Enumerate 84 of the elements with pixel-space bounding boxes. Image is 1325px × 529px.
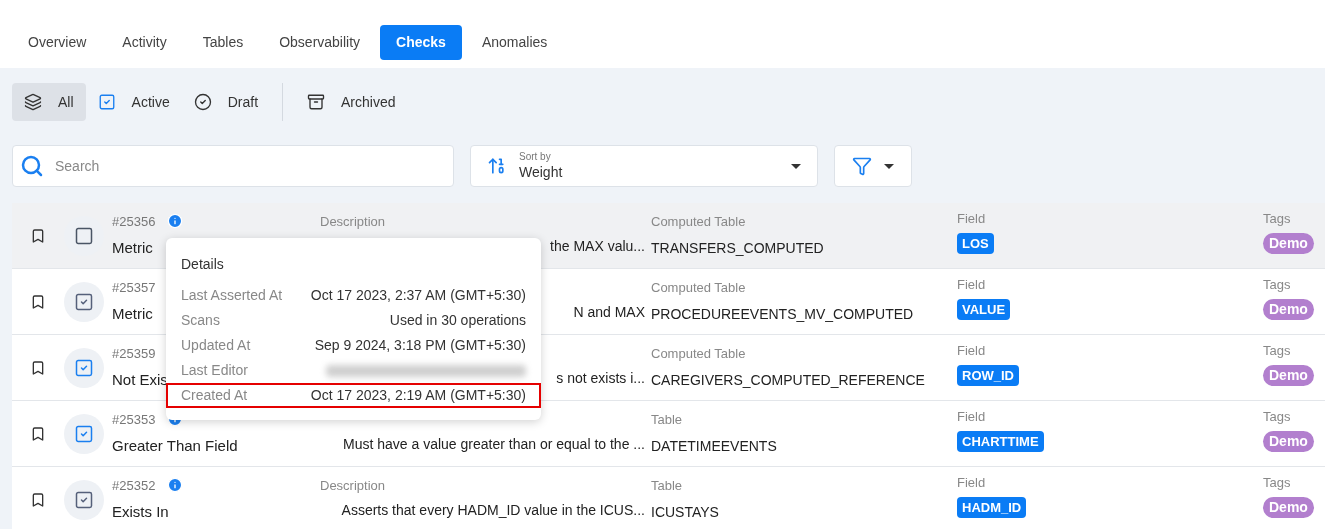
search-icon xyxy=(20,154,44,178)
table-name: TRANSFERS_COMPUTED xyxy=(651,238,825,258)
column-label: Tags xyxy=(1263,474,1291,493)
column-label: Field xyxy=(957,474,986,492)
table-name: ICUSTAYS xyxy=(651,502,720,522)
tab[interactable]: Observability xyxy=(263,24,377,60)
tab[interactable]: Checks xyxy=(380,24,462,60)
detail-label: Updated At xyxy=(181,336,251,355)
table-name: PROCEDUREEVENTS_MV_COMPUTED xyxy=(651,304,915,324)
filter-tab[interactable]: All xyxy=(12,83,86,121)
column-label: Table xyxy=(651,411,684,430)
tab[interactable]: Activity xyxy=(106,24,183,60)
detail-label: Last Asserted At xyxy=(181,286,283,305)
sort-dropdown[interactable]: Sort by Weight xyxy=(470,145,818,187)
check-description: the MAX valu... xyxy=(550,237,645,256)
check-row[interactable]: #25352 Exists In Description Asserts that every HADM_ID value in the ICUS... Table ICUSTAYS Field HADM_ID Tags Demo xyxy=(12,467,1325,529)
detail-label: Scans xyxy=(181,311,220,330)
tag-badge: Demo xyxy=(1263,298,1314,320)
check-description: N and MAX xyxy=(573,303,645,322)
tab[interactable]: Anomalies xyxy=(465,24,564,60)
bookmark-icon[interactable] xyxy=(30,293,46,310)
column-label: Field xyxy=(957,276,986,294)
caret-icon xyxy=(791,163,801,169)
column-label: Table xyxy=(651,477,684,496)
check-square-icon xyxy=(97,93,116,111)
search-field[interactable]: Search xyxy=(12,145,454,187)
column-label: Tags xyxy=(1263,408,1291,427)
tag-badge: Demo xyxy=(1263,496,1314,518)
filter-tab[interactable]: Draft xyxy=(181,83,271,121)
tag-badge: Demo xyxy=(1263,364,1314,386)
field-badge: CHARTTIME xyxy=(957,430,1044,452)
archive-icon xyxy=(307,93,326,111)
sort-value: Weight xyxy=(519,163,564,181)
check-name: Exists In xyxy=(112,502,169,522)
column-label: Field xyxy=(957,408,986,426)
column-label: Tags xyxy=(1263,210,1291,229)
check-id: #25356 xyxy=(112,212,156,231)
column-label: Tags xyxy=(1263,342,1291,361)
column-label: Field xyxy=(957,342,986,360)
filter-icon xyxy=(852,156,872,176)
detail-label: Last Editor xyxy=(181,361,248,380)
table-name: CAREGIVERS_COMPUTED_REFERENCE xyxy=(651,370,926,390)
check-id: #25352 xyxy=(112,476,156,495)
column-label: Computed Table xyxy=(651,345,747,364)
info-icon[interactable] xyxy=(167,477,184,494)
check-name: Greater Than Field xyxy=(112,436,238,456)
layers-icon xyxy=(24,93,42,111)
check-name: Metric xyxy=(112,304,153,324)
bookmark-icon[interactable] xyxy=(30,491,46,508)
field-badge: HADM_ID xyxy=(957,496,1027,518)
filter-tab[interactable]: Archived xyxy=(295,83,408,121)
column-label: Description xyxy=(320,478,386,494)
tag-badge: Demo xyxy=(1263,232,1314,254)
check-description: Must have a value greater than or equal to the ... xyxy=(343,435,645,454)
detail-value: Sep 9 2024, 3:18 PM (GMT+5:30) xyxy=(314,336,526,355)
column-label: Field xyxy=(957,210,986,228)
filter-tab[interactable]: Active xyxy=(85,83,182,121)
check-description: s not exists i... xyxy=(556,369,645,388)
tab[interactable]: Overview xyxy=(12,24,103,60)
bookmark-icon[interactable] xyxy=(30,359,46,376)
field-badge: LOS xyxy=(957,232,994,254)
check-id: #25359 xyxy=(112,344,156,363)
check-description: Asserts that every HADM_ID value in the ICUS... xyxy=(341,501,645,520)
check-name: Metric xyxy=(112,238,153,258)
caret-icon xyxy=(884,163,894,169)
filter-button[interactable] xyxy=(834,145,912,187)
field-badge: ROW_ID xyxy=(957,364,1019,386)
detail-value: Used in 30 operations xyxy=(389,311,526,330)
bookmark-icon[interactable] xyxy=(30,425,46,442)
check-id: #25353 xyxy=(112,410,156,429)
tag-badge: Demo xyxy=(1263,430,1314,452)
table-name: DATETIMEEVENTS xyxy=(651,436,778,456)
check-id: #25357 xyxy=(112,278,156,297)
bookmark-icon[interactable] xyxy=(30,227,46,244)
sort-icon xyxy=(487,156,507,176)
column-label: Computed Table xyxy=(651,213,747,232)
tab[interactable]: Tables xyxy=(186,24,260,60)
column-label: Tags xyxy=(1263,276,1291,295)
column-label: Computed Table xyxy=(651,279,747,298)
info-icon[interactable] xyxy=(167,213,184,230)
field-badge: VALUE xyxy=(957,298,1011,320)
sort-label: Sort by xyxy=(519,151,552,164)
detail-value: Oct 17 2023, 2:37 AM (GMT+5:30) xyxy=(310,286,526,305)
column-label: Description xyxy=(320,214,386,230)
